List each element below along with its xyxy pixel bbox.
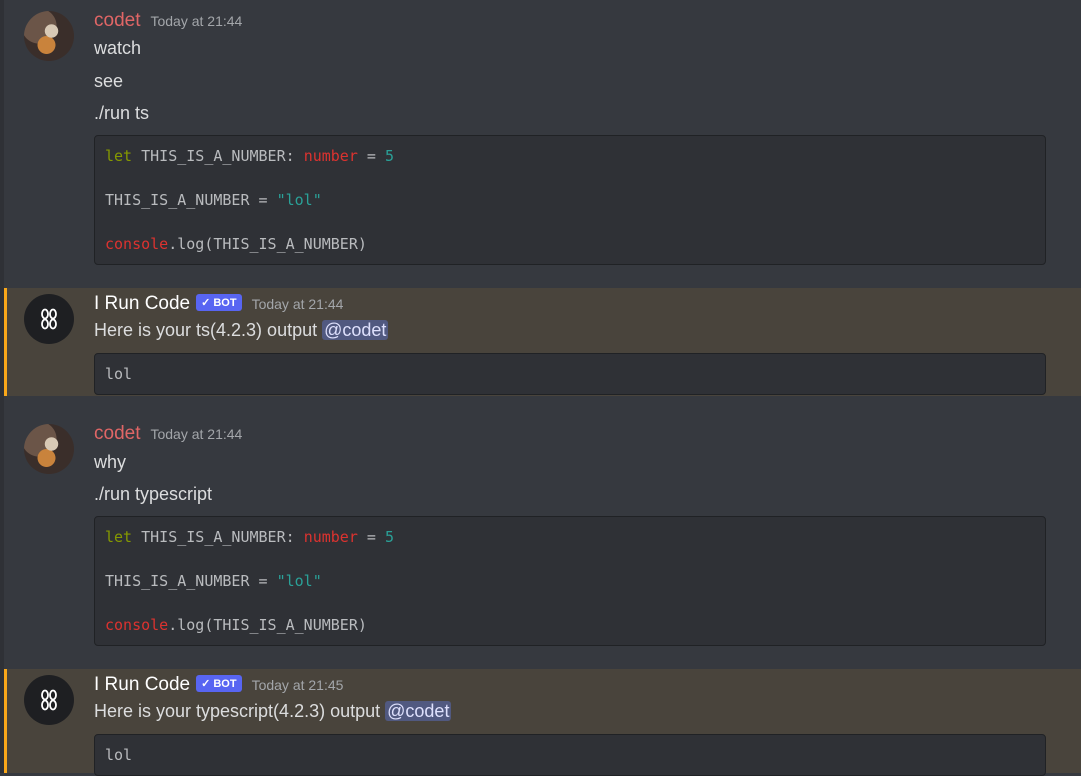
user-mention[interactable]: @codet bbox=[322, 320, 389, 340]
code-string: "lol" bbox=[276, 191, 322, 209]
bot-logo-icon bbox=[41, 308, 57, 330]
username[interactable]: codet bbox=[94, 10, 140, 32]
code-object: console bbox=[105, 616, 169, 634]
bot-badge-label: BOT bbox=[213, 677, 237, 690]
avatar[interactable] bbox=[24, 11, 74, 61]
bot-badge: ✓ BOT bbox=[196, 294, 242, 311]
timestamp: Today at 21:44 bbox=[150, 426, 243, 442]
code-keyword: let bbox=[105, 528, 133, 546]
message-group-mention: I Run Code ✓ BOT Today at 21:44 Here is y… bbox=[4, 288, 1081, 396]
output-block: lol bbox=[94, 353, 1046, 395]
message-text: watch bbox=[94, 38, 142, 58]
code-object: console bbox=[105, 235, 169, 253]
code-number: 5 bbox=[384, 528, 394, 546]
username[interactable]: codet bbox=[94, 423, 140, 445]
bot-logo-icon bbox=[41, 689, 57, 711]
username[interactable]: I Run Code bbox=[94, 674, 190, 696]
code-identifier: THIS_IS_A_NUMBER = bbox=[105, 572, 277, 590]
code-line: THIS_IS_A_NUMBER = "lol" bbox=[105, 191, 322, 209]
username[interactable]: I Run Code bbox=[94, 293, 190, 315]
message-text: ./run ts bbox=[94, 103, 150, 123]
code-block: let THIS_IS_A_NUMBER: number = 5 THIS_IS… bbox=[94, 135, 1046, 265]
bot-badge: ✓ BOT bbox=[196, 675, 242, 692]
message-text: Here is your ts(4.2.3) output @codet bbox=[94, 320, 389, 341]
avatar[interactable] bbox=[24, 675, 74, 725]
message-text: see bbox=[94, 71, 124, 91]
code-line: console.log(THIS_IS_A_NUMBER) bbox=[105, 235, 367, 253]
avatar[interactable] bbox=[24, 294, 74, 344]
code-line: lol bbox=[105, 746, 133, 764]
message-text: Here is your typescript(4.2.3) output @c… bbox=[94, 701, 452, 722]
code-operator: = bbox=[357, 528, 385, 546]
code-call: .log(THIS_IS_A_NUMBER) bbox=[168, 235, 367, 253]
code-block: let THIS_IS_A_NUMBER: number = 5 THIS_IS… bbox=[94, 516, 1046, 646]
code-line: let THIS_IS_A_NUMBER: number = 5 bbox=[105, 147, 394, 165]
output-block: lol bbox=[94, 734, 1046, 776]
bot-badge-label: BOT bbox=[213, 296, 237, 309]
timestamp: Today at 21:44 bbox=[150, 13, 243, 29]
code-line: let THIS_IS_A_NUMBER: number = 5 bbox=[105, 528, 394, 546]
avatar[interactable] bbox=[24, 424, 74, 474]
timestamp: Today at 21:45 bbox=[251, 677, 344, 693]
code-identifier: THIS_IS_A_NUMBER = bbox=[105, 191, 277, 209]
code-string: "lol" bbox=[276, 572, 322, 590]
code-line: console.log(THIS_IS_A_NUMBER) bbox=[105, 616, 367, 634]
message-body: Here is your typescript(4.2.3) output bbox=[94, 701, 386, 721]
code-identifier: THIS_IS_A_NUMBER: bbox=[132, 528, 304, 546]
message-body: Here is your ts(4.2.3) output bbox=[94, 320, 323, 340]
user-mention[interactable]: @codet bbox=[385, 701, 452, 721]
code-type: number bbox=[303, 147, 358, 165]
code-line: lol bbox=[105, 365, 133, 383]
code-line: THIS_IS_A_NUMBER = "lol" bbox=[105, 572, 322, 590]
message-group-mention: I Run Code ✓ BOT Today at 21:45 Here is y… bbox=[4, 669, 1081, 776]
code-keyword: let bbox=[105, 147, 133, 165]
code-call: .log(THIS_IS_A_NUMBER) bbox=[168, 616, 367, 634]
message-group: codet Today at 21:44 watch see ./run ts … bbox=[4, 0, 1081, 288]
code-identifier: THIS_IS_A_NUMBER: bbox=[132, 147, 304, 165]
message-group: codet Today at 21:44 why ./run typescrip… bbox=[4, 396, 1081, 669]
checkmark-icon: ✓ bbox=[201, 297, 211, 309]
message-text: why bbox=[94, 452, 127, 472]
code-number: 5 bbox=[384, 147, 394, 165]
checkmark-icon: ✓ bbox=[201, 678, 211, 690]
code-operator: = bbox=[357, 147, 385, 165]
message-text: ./run typescript bbox=[94, 484, 213, 504]
code-type: number bbox=[303, 528, 358, 546]
timestamp: Today at 21:44 bbox=[251, 296, 344, 312]
